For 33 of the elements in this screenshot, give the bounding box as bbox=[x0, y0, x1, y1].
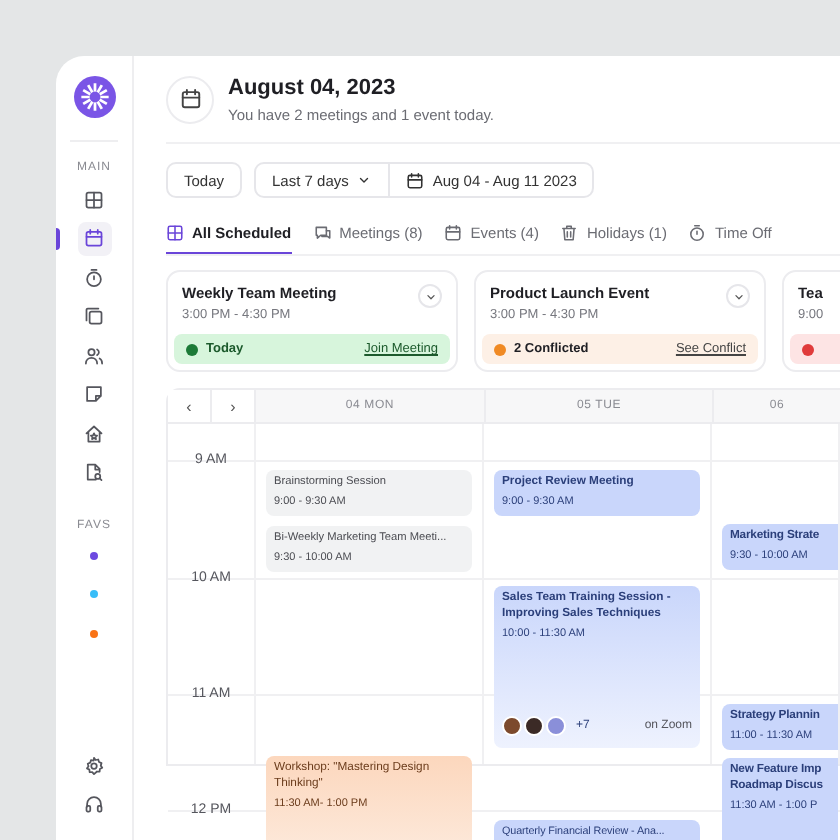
grid-icon bbox=[84, 189, 104, 210]
layers-icon bbox=[84, 306, 104, 327]
calendar-icon bbox=[179, 88, 201, 110]
stopwatch-icon bbox=[688, 224, 707, 242]
status-icon bbox=[494, 343, 506, 355]
house-star-icon bbox=[84, 423, 104, 444]
favorite-dot[interactable] bbox=[90, 590, 98, 599]
file-search-icon bbox=[84, 462, 104, 483]
calendar-icon bbox=[84, 228, 104, 249]
expand-button[interactable] bbox=[418, 284, 442, 308]
chevron-down-icon bbox=[731, 289, 745, 303]
favorite-dot[interactable] bbox=[90, 551, 98, 560]
nav-button[interactable]: ‹ bbox=[168, 390, 212, 422]
page-title: August 04, 2023 bbox=[228, 75, 398, 99]
settings-icon bbox=[84, 755, 104, 776]
chevron-down-icon bbox=[356, 172, 373, 188]
note-icon bbox=[84, 384, 104, 405]
chevron-down-icon bbox=[423, 289, 437, 303]
chat-icon bbox=[313, 224, 332, 242]
calendar-icon bbox=[406, 171, 425, 189]
logo-icon bbox=[73, 76, 115, 118]
active-indicator bbox=[56, 227, 59, 249]
sidebar-item[interactable] bbox=[77, 221, 111, 256]
grid-icon bbox=[166, 224, 184, 242]
status-icon bbox=[186, 343, 198, 355]
calendar-icon bbox=[444, 224, 463, 242]
users-icon bbox=[84, 345, 104, 366]
favorite-dot[interactable] bbox=[90, 629, 98, 638]
trash-icon bbox=[560, 224, 579, 242]
headset-icon bbox=[84, 794, 104, 815]
stopwatch-icon bbox=[84, 267, 104, 288]
expand-button[interactable] bbox=[726, 284, 750, 308]
status-icon bbox=[802, 343, 814, 355]
